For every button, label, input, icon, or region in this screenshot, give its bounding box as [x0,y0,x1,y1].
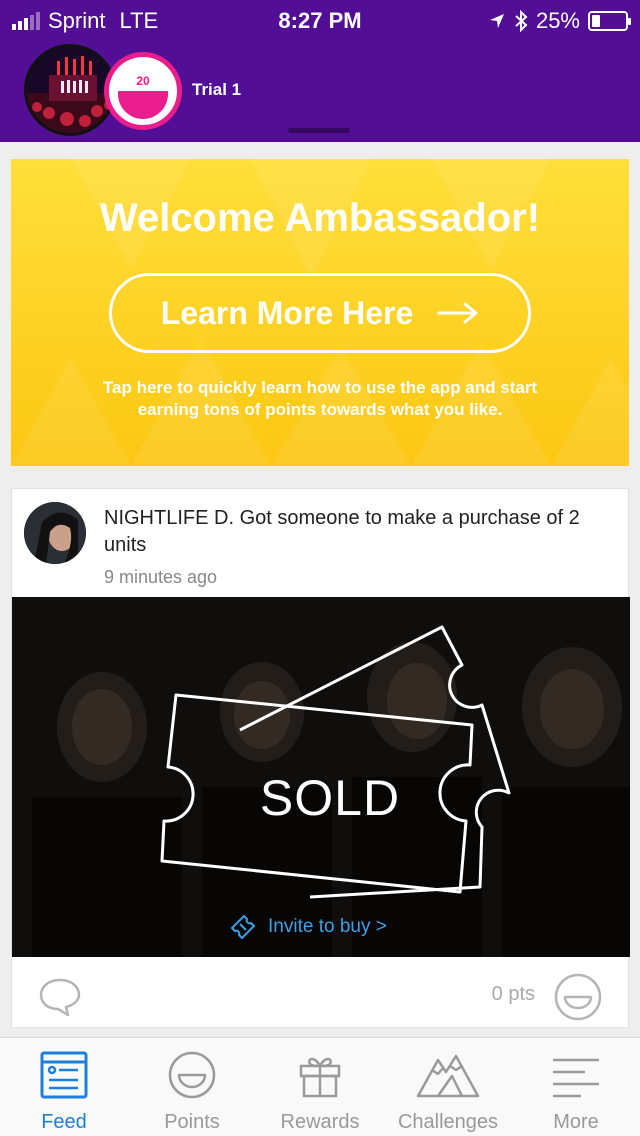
battery-icon [588,11,631,31]
learn-more-label: Learn More Here [160,294,414,331]
profile-avatar[interactable] [24,44,116,136]
battery-percent: 25% [535,8,580,33]
tab-challenges[interactable]: Challenges [384,1038,512,1136]
drag-handle[interactable] [288,128,350,133]
concert-image [27,47,113,133]
smile-bowl-icon [118,91,168,119]
tab-bar: Feed Points Rewards Challenges More [0,1037,640,1136]
tab-rewards-label: Rewards [280,1111,360,1133]
comment-icon[interactable] [38,977,82,1017]
arrow-right-icon [437,302,478,324]
status-right: 25% [488,8,631,34]
feed-item-image[interactable]: SOLD Invite to buy > [12,597,630,957]
user-avatar[interactable] [24,502,86,564]
battery-fill [592,15,600,27]
location-arrow-icon [489,14,504,28]
points-badge-value: 20 [136,74,150,88]
menu-lines-icon [553,1058,599,1098]
points-badge[interactable]: 20 [104,52,182,130]
tab-more-label: More [553,1111,599,1133]
tab-more[interactable]: More [512,1038,640,1136]
invite-to-buy-link[interactable]: Invite to buy > [228,909,387,945]
status-bar: Sprint LTE 8:27 PM 25% [0,0,640,40]
ticket-icon [230,914,256,940]
app-header: Sprint LTE 8:27 PM 25% 20 Trial 1 [0,0,640,142]
feed-card: NIGHTLIFE D. Got someone to make a purch… [11,488,630,1029]
feed-item-time: 9 minutes ago [104,567,218,587]
learn-more-button[interactable]: Learn More Here [109,273,531,353]
gift-icon [299,1057,341,1098]
tab-points[interactable]: Points [128,1038,256,1136]
tab-feed-label: Feed [41,1111,87,1133]
invite-label: Invite to buy > [268,916,387,937]
feed-card-footer: 0 pts [12,957,630,1029]
tab-feed[interactable]: Feed [0,1038,128,1136]
points-earned: 0 pts [491,983,535,1005]
tab-points-label: Points [164,1111,220,1133]
banner-description: Tap here to quickly learn how to use the… [102,378,538,419]
page-title: Trial 1 [192,80,242,99]
user-photo [24,502,86,564]
sold-label: SOLD [259,770,401,826]
bluetooth-icon [515,10,528,32]
feed-icon [40,1051,88,1099]
smile-points-icon[interactable] [554,973,602,1021]
banner-title: Welcome Ambassador! [99,196,541,240]
points-icon [168,1051,216,1099]
feed-item-text: NIGHTLIFE D. Got someone to make a purch… [104,507,580,556]
tab-rewards[interactable]: Rewards [256,1038,384,1136]
tab-challenges-label: Challenges [397,1111,499,1133]
welcome-banner[interactable]: Welcome Ambassador! Learn More Here Tap … [11,159,629,466]
mountain-icon [416,1054,480,1098]
